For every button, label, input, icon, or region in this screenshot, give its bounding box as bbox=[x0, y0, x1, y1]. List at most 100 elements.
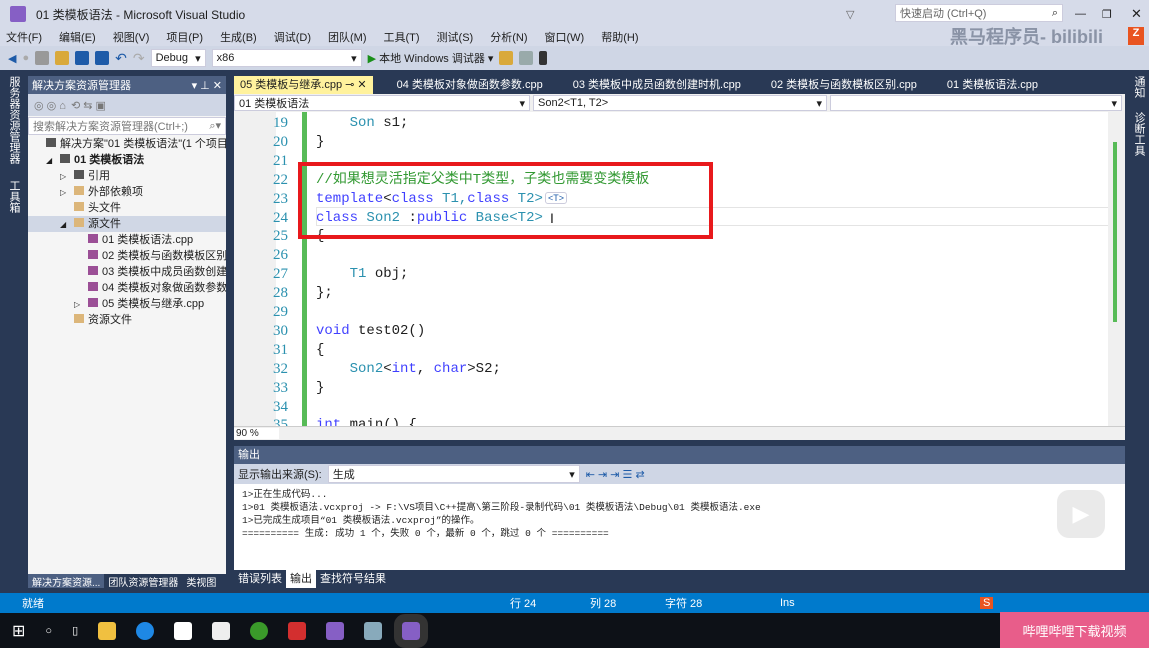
cloud-app-icon[interactable] bbox=[174, 621, 193, 640]
tab-file[interactable]: 03 类模板中成员函数创建时机.cpp bbox=[567, 76, 747, 94]
output-source-select[interactable]: 生成 ▾ bbox=[327, 465, 580, 483]
paint-icon[interactable] bbox=[364, 621, 383, 640]
menu-item[interactable]: 窗口(W) bbox=[545, 29, 585, 45]
home-icon[interactable]: ◎ ◎ ⌂ bbox=[34, 99, 66, 112]
code-line[interactable]: int main() { bbox=[316, 416, 417, 426]
task-view-icon[interactable]: ▯ bbox=[72, 624, 78, 637]
solution-search-input[interactable]: 搜索解决方案资源管理器(Ctrl+;) ⌕▾ bbox=[28, 117, 226, 135]
visual-studio-active-icon[interactable] bbox=[394, 613, 429, 648]
tree-item[interactable]: 04 类模板对象做函数参数.cpp bbox=[28, 280, 226, 296]
zoom-select[interactable]: 90 % bbox=[234, 428, 279, 439]
editor-vertical-scrollbar[interactable] bbox=[1108, 112, 1125, 426]
expander-icon[interactable]: ▷ bbox=[74, 297, 88, 312]
start-debug-button[interactable]: ▶ 本地 Windows 调试器 ▾ bbox=[368, 50, 494, 66]
bookmark-icon[interactable] bbox=[539, 51, 548, 65]
pin-icon[interactable]: ▾ ⊥ ✕ bbox=[192, 79, 222, 92]
menu-item[interactable]: 帮助(H) bbox=[601, 29, 638, 45]
diagnostic-tools-tab[interactable]: 诊断工具 bbox=[1131, 112, 1147, 156]
new-project-icon[interactable] bbox=[35, 51, 50, 65]
tree-item[interactable]: ◢ 01 类模板语法 bbox=[28, 152, 226, 168]
tab-error-list[interactable]: 错误列表 bbox=[234, 570, 286, 588]
expander-icon[interactable]: ◢ bbox=[46, 153, 60, 168]
close-button[interactable]: ✕ bbox=[1131, 6, 1142, 22]
comment-icon[interactable] bbox=[519, 51, 534, 65]
code-line[interactable]: Son s1; bbox=[316, 114, 409, 133]
menu-item[interactable]: 视图(V) bbox=[113, 29, 150, 45]
code-line[interactable]: }; bbox=[316, 284, 333, 303]
minimize-button[interactable]: — bbox=[1075, 8, 1086, 20]
back-icon[interactable]: ◀ bbox=[8, 52, 16, 65]
tab-output[interactable]: 输出 bbox=[286, 570, 316, 588]
server-explorer-tab[interactable]: 服务器资源管理器 bbox=[6, 76, 22, 164]
forward-icon[interactable]: ● bbox=[22, 52, 29, 64]
tab-file[interactable]: 02 类模板与函数模板区别.cpp bbox=[765, 76, 923, 94]
tool-icon[interactable] bbox=[499, 51, 514, 65]
tab-file[interactable]: 04 类模板对象做函数参数.cpp bbox=[391, 76, 549, 94]
output-tool-icons[interactable]: ⇤ ⇥ ⇥ ☰ ⇄ bbox=[586, 468, 645, 481]
toolbox-tab[interactable]: 工具箱 bbox=[6, 180, 22, 213]
menu-item[interactable]: 生成(B) bbox=[220, 29, 257, 45]
code-line[interactable]: void test02() bbox=[316, 322, 425, 341]
ime-icon[interactable]: S bbox=[980, 597, 994, 609]
search-circle-icon[interactable]: ○ bbox=[45, 625, 52, 637]
green-app-icon[interactable] bbox=[250, 621, 269, 640]
code-line[interactable]: { bbox=[316, 341, 324, 360]
tree-item[interactable]: 解决方案"01 类模板语法"(1 个项目) bbox=[28, 136, 226, 152]
tree-item[interactable]: 03 类模板中成员函数创建时机.cpp bbox=[28, 264, 226, 280]
tree-item[interactable]: 02 类模板与函数模板区别.cpp bbox=[28, 248, 226, 264]
video-play-button[interactable]: ▶ bbox=[1057, 490, 1105, 538]
sync-icon[interactable]: ⟲ ⇆ ▣ bbox=[71, 99, 106, 112]
quick-launch-input[interactable]: 快速启动 (Ctrl+Q) ⌕ bbox=[895, 4, 1063, 22]
expander-icon[interactable]: ◢ bbox=[60, 217, 74, 232]
windows-start-icon[interactable]: ⊞ bbox=[12, 621, 25, 641]
tree-item[interactable]: 01 类模板语法.cpp bbox=[28, 232, 226, 248]
code-line[interactable]: Son2<int, char>S2; bbox=[316, 360, 501, 379]
visual-studio-icon[interactable] bbox=[326, 621, 345, 640]
tab-solution-explorer[interactable]: 解决方案资源... bbox=[28, 574, 105, 589]
menu-item[interactable]: 分析(N) bbox=[490, 29, 527, 45]
tab-file[interactable]: 05 类模板与继承.cpp ⊸ ✕ bbox=[234, 76, 373, 94]
tab-team-explorer[interactable]: 团队资源管理器 bbox=[104, 574, 182, 589]
menu-item[interactable]: 工具(T) bbox=[384, 29, 420, 45]
code-line[interactable]: T1 obj; bbox=[316, 265, 409, 284]
tree-item[interactable]: 资源文件 bbox=[28, 312, 226, 328]
code-editor[interactable]: 19 Son s1; 20} 21 22//如果想灵活指定父类中T类型，子类也需要变类… bbox=[234, 112, 1125, 426]
file-explorer-icon[interactable] bbox=[98, 621, 117, 640]
save-icon[interactable] bbox=[75, 51, 90, 65]
browser-icon[interactable] bbox=[136, 621, 155, 640]
tab-find-symbol[interactable]: 查找符号结果 bbox=[316, 570, 390, 588]
tab-class-view[interactable]: 类视图 bbox=[182, 574, 220, 589]
expander-icon[interactable]: ▷ bbox=[60, 185, 74, 200]
member-select[interactable]: ▾ bbox=[830, 95, 1122, 111]
tree-item[interactable]: ▷ 引用 bbox=[28, 168, 226, 184]
typora-icon[interactable] bbox=[212, 621, 231, 640]
tree-item[interactable]: ▷ 05 类模板与继承.cpp bbox=[28, 296, 226, 312]
platform-select[interactable]: x86 ▾ bbox=[211, 49, 362, 67]
tab-file[interactable]: 01 类模板语法.cpp bbox=[941, 76, 1044, 94]
menu-item[interactable]: 编辑(E) bbox=[59, 29, 96, 45]
bilibili-banner[interactable]: 哔哩哔哩下载视频 bbox=[1000, 612, 1149, 648]
menu-item[interactable]: 测试(S) bbox=[437, 29, 474, 45]
restore-button[interactable]: ❐ bbox=[1102, 8, 1112, 21]
expander-icon[interactable]: ▷ bbox=[60, 169, 74, 184]
close-tab-icon[interactable]: ⊸ ✕ bbox=[342, 79, 367, 91]
tree-item[interactable]: 头文件 bbox=[28, 200, 226, 216]
config-select[interactable]: Debug ▾ bbox=[150, 49, 206, 67]
undo-icon[interactable]: ↶ bbox=[115, 50, 127, 67]
menu-item[interactable]: 调试(D) bbox=[274, 29, 311, 45]
menu-item[interactable]: 文件(F) bbox=[6, 29, 42, 45]
code-line[interactable]: } bbox=[316, 379, 324, 398]
menu-item[interactable]: 团队(M) bbox=[328, 29, 367, 45]
tree-item[interactable]: ▷ 外部依赖项 bbox=[28, 184, 226, 200]
save-all-icon[interactable] bbox=[95, 51, 110, 65]
open-icon[interactable] bbox=[55, 51, 70, 65]
menu-item[interactable]: 项目(P) bbox=[166, 29, 203, 45]
xmind-icon[interactable] bbox=[288, 621, 307, 640]
code-line[interactable]: } bbox=[316, 133, 324, 152]
tree-item[interactable]: ◢ 源文件 bbox=[28, 216, 226, 232]
notifications-tab[interactable]: 通知 bbox=[1131, 76, 1147, 98]
scope-select[interactable]: Son2<T1, T2> ▾ bbox=[533, 95, 827, 111]
filter-icon[interactable]: ▽ bbox=[846, 8, 854, 21]
project-select[interactable]: 01 类模板语法 ▾ bbox=[234, 95, 530, 111]
redo-icon[interactable]: ↷ bbox=[133, 50, 145, 67]
